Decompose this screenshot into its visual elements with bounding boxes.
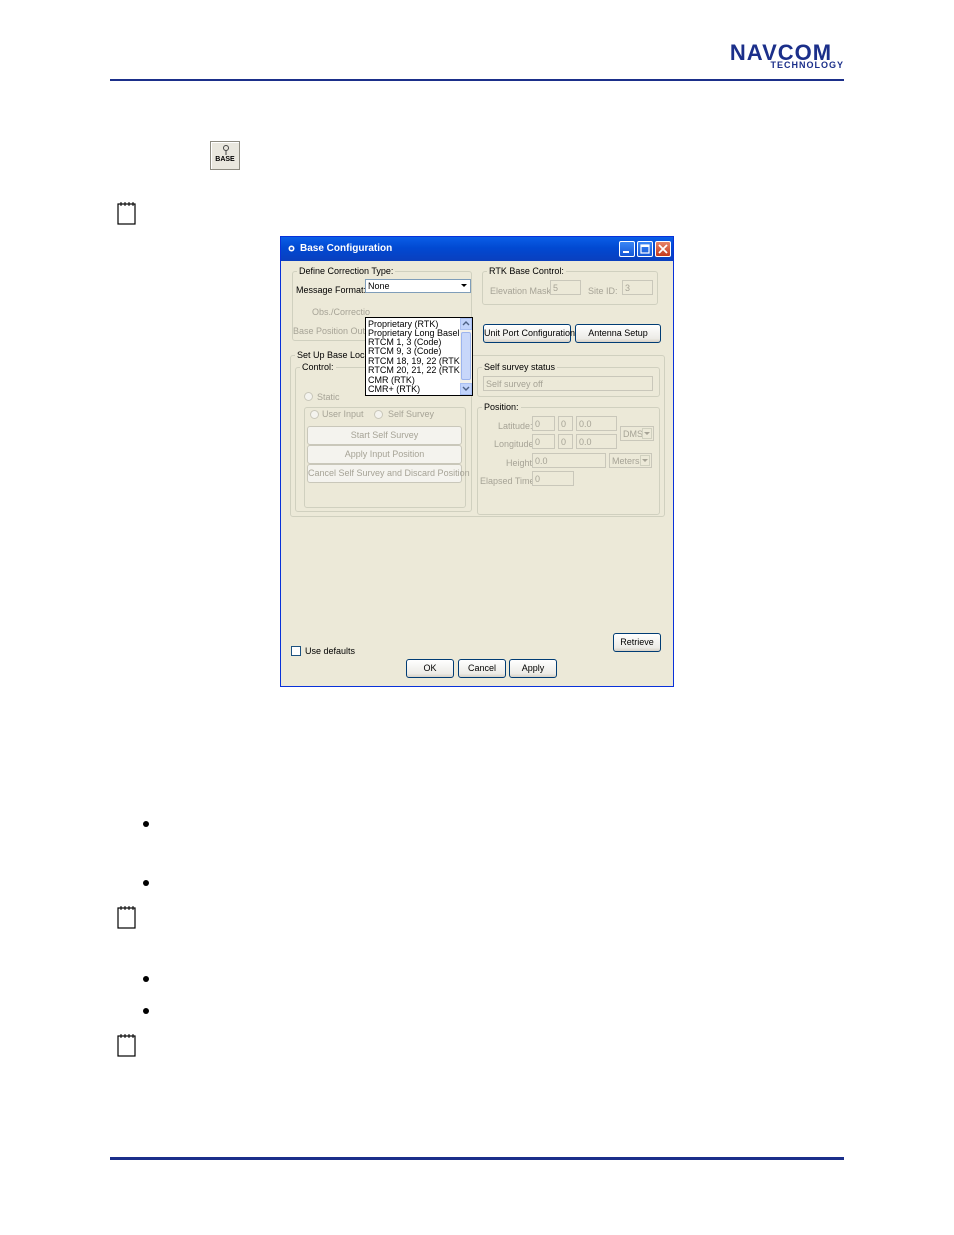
close-icon xyxy=(658,244,668,254)
chevron-down-icon[interactable] xyxy=(642,428,652,439)
message-format-value: None xyxy=(368,281,390,291)
dropdown-option[interactable]: RTCM 20, 21, 22 (RTK) xyxy=(368,365,463,375)
cancel-button[interactable]: Cancel xyxy=(458,659,506,678)
dropdown-option[interactable]: CMR+ (RTK) xyxy=(368,384,420,394)
setup-base-location-label: Set Up Base Loca xyxy=(295,350,372,360)
height-units-value: Meters xyxy=(612,456,640,466)
satellite-icon xyxy=(288,245,295,252)
self-survey-radio[interactable] xyxy=(374,410,383,419)
elevation-mask-label: Elevation Mask: xyxy=(490,286,554,296)
coordinate-format-value: DMS xyxy=(623,429,643,439)
minimize-icon xyxy=(623,251,629,253)
message-format-select[interactable]: None xyxy=(365,279,471,293)
apply-button[interactable]: Apply xyxy=(509,659,557,678)
title-bar[interactable]: Base Configuration xyxy=(281,237,673,261)
use-defaults-label: Use defaults xyxy=(305,646,356,656)
height-units-select[interactable]: Meters xyxy=(609,453,652,468)
rtk-base-control-label: RTK Base Control: xyxy=(487,266,566,276)
footer-rule xyxy=(110,1157,844,1160)
bullet-marker xyxy=(143,976,149,982)
self-survey-label: Self Survey xyxy=(388,409,435,419)
longitude-minutes-input[interactable]: 0 xyxy=(558,434,573,449)
message-format-label: Message Format: xyxy=(296,285,367,295)
dialog-title: Base Configuration xyxy=(300,243,393,254)
latitude-label: Latitude: xyxy=(498,421,533,431)
user-input-radio[interactable] xyxy=(310,410,319,419)
base-position-output-label: Base Position Outp xyxy=(293,326,371,336)
maximize-icon xyxy=(640,244,650,254)
minimize-button[interactable] xyxy=(619,241,635,257)
obs-corrections-label: Obs./Correctio xyxy=(312,307,371,317)
longitude-degrees-input[interactable]: 0 xyxy=(532,434,555,449)
bullet-marker xyxy=(143,880,149,886)
navcom-logo: NAVCOM TECHNOLOGY xyxy=(718,42,844,71)
base-toolbar-button[interactable]: BASE xyxy=(210,141,240,170)
scroll-up-button[interactable] xyxy=(460,318,472,330)
self-survey-status-field: Self survey off xyxy=(483,376,653,391)
user-input-label: User Input xyxy=(322,409,364,419)
dialog-body: Define Correction Type: Message Format: … xyxy=(284,261,670,685)
scroll-down-button[interactable] xyxy=(460,383,472,395)
header-rule xyxy=(110,79,844,81)
longitude-seconds-input[interactable]: 0.0 xyxy=(576,434,617,449)
elapsed-time-field: 0 xyxy=(532,471,574,486)
retrieve-button[interactable]: Retrieve xyxy=(613,633,661,652)
static-label: Static xyxy=(317,392,340,402)
dropdown-option[interactable]: RTCM 9, 3 (Code) xyxy=(368,346,441,356)
scroll-thumb[interactable] xyxy=(461,332,471,380)
bullet-marker xyxy=(143,1008,149,1014)
position-label: Position: xyxy=(482,402,521,412)
latitude-degrees-input[interactable]: 0 xyxy=(532,416,555,431)
start-self-survey-button[interactable]: Start Self Survey xyxy=(307,426,462,445)
note-icon xyxy=(116,1033,138,1057)
antenna-icon xyxy=(223,145,229,155)
close-button[interactable] xyxy=(655,241,671,257)
latitude-minutes-input[interactable]: 0 xyxy=(558,416,573,431)
define-correction-label: Define Correction Type: xyxy=(297,266,396,276)
base-button-label: BASE xyxy=(215,156,235,163)
height-input[interactable]: 0.0 xyxy=(532,453,606,468)
antenna-setup-button[interactable]: Antenna Setup xyxy=(575,324,661,343)
control-label: Control: xyxy=(300,362,336,372)
ok-button[interactable]: OK xyxy=(406,659,454,678)
dropdown-scrollbar[interactable] xyxy=(460,318,472,395)
site-id-input[interactable]: 3 xyxy=(622,280,653,295)
height-label: Height: xyxy=(506,458,535,468)
use-defaults-checkbox[interactable] xyxy=(291,646,301,656)
chevron-down-icon[interactable] xyxy=(459,281,469,291)
latitude-seconds-input[interactable]: 0.0 xyxy=(576,416,617,431)
self-survey-status-label: Self survey status xyxy=(482,362,558,372)
cancel-self-survey-button[interactable]: Cancel Self Survey and Discard Position xyxy=(307,464,470,483)
bullet-marker xyxy=(143,821,149,827)
message-format-dropdown-list: Proprietary (RTK) Proprietary Long Basel… xyxy=(365,317,473,396)
chevron-down-icon[interactable] xyxy=(640,455,650,466)
apply-input-position-button[interactable]: Apply Input Position xyxy=(307,445,462,464)
unit-port-configuration-button[interactable]: Unit Port Configuration xyxy=(483,324,575,343)
elapsed-time-label: Elapsed Time: xyxy=(480,476,538,486)
longitude-label: Longitude: xyxy=(494,439,537,449)
maximize-button[interactable] xyxy=(637,241,653,257)
site-id-label: Site ID: xyxy=(588,286,618,296)
chevron-up-icon xyxy=(462,321,470,326)
note-icon xyxy=(116,905,138,929)
chevron-down-icon xyxy=(462,386,470,391)
base-configuration-dialog: Base Configuration Define Correction Typ… xyxy=(280,236,674,687)
static-radio[interactable] xyxy=(304,392,313,401)
logo-subtitle: TECHNOLOGY xyxy=(770,60,844,70)
elevation-mask-input[interactable]: 5 xyxy=(550,280,581,295)
coordinate-format-select[interactable]: DMS xyxy=(620,426,654,441)
note-icon xyxy=(116,201,138,225)
